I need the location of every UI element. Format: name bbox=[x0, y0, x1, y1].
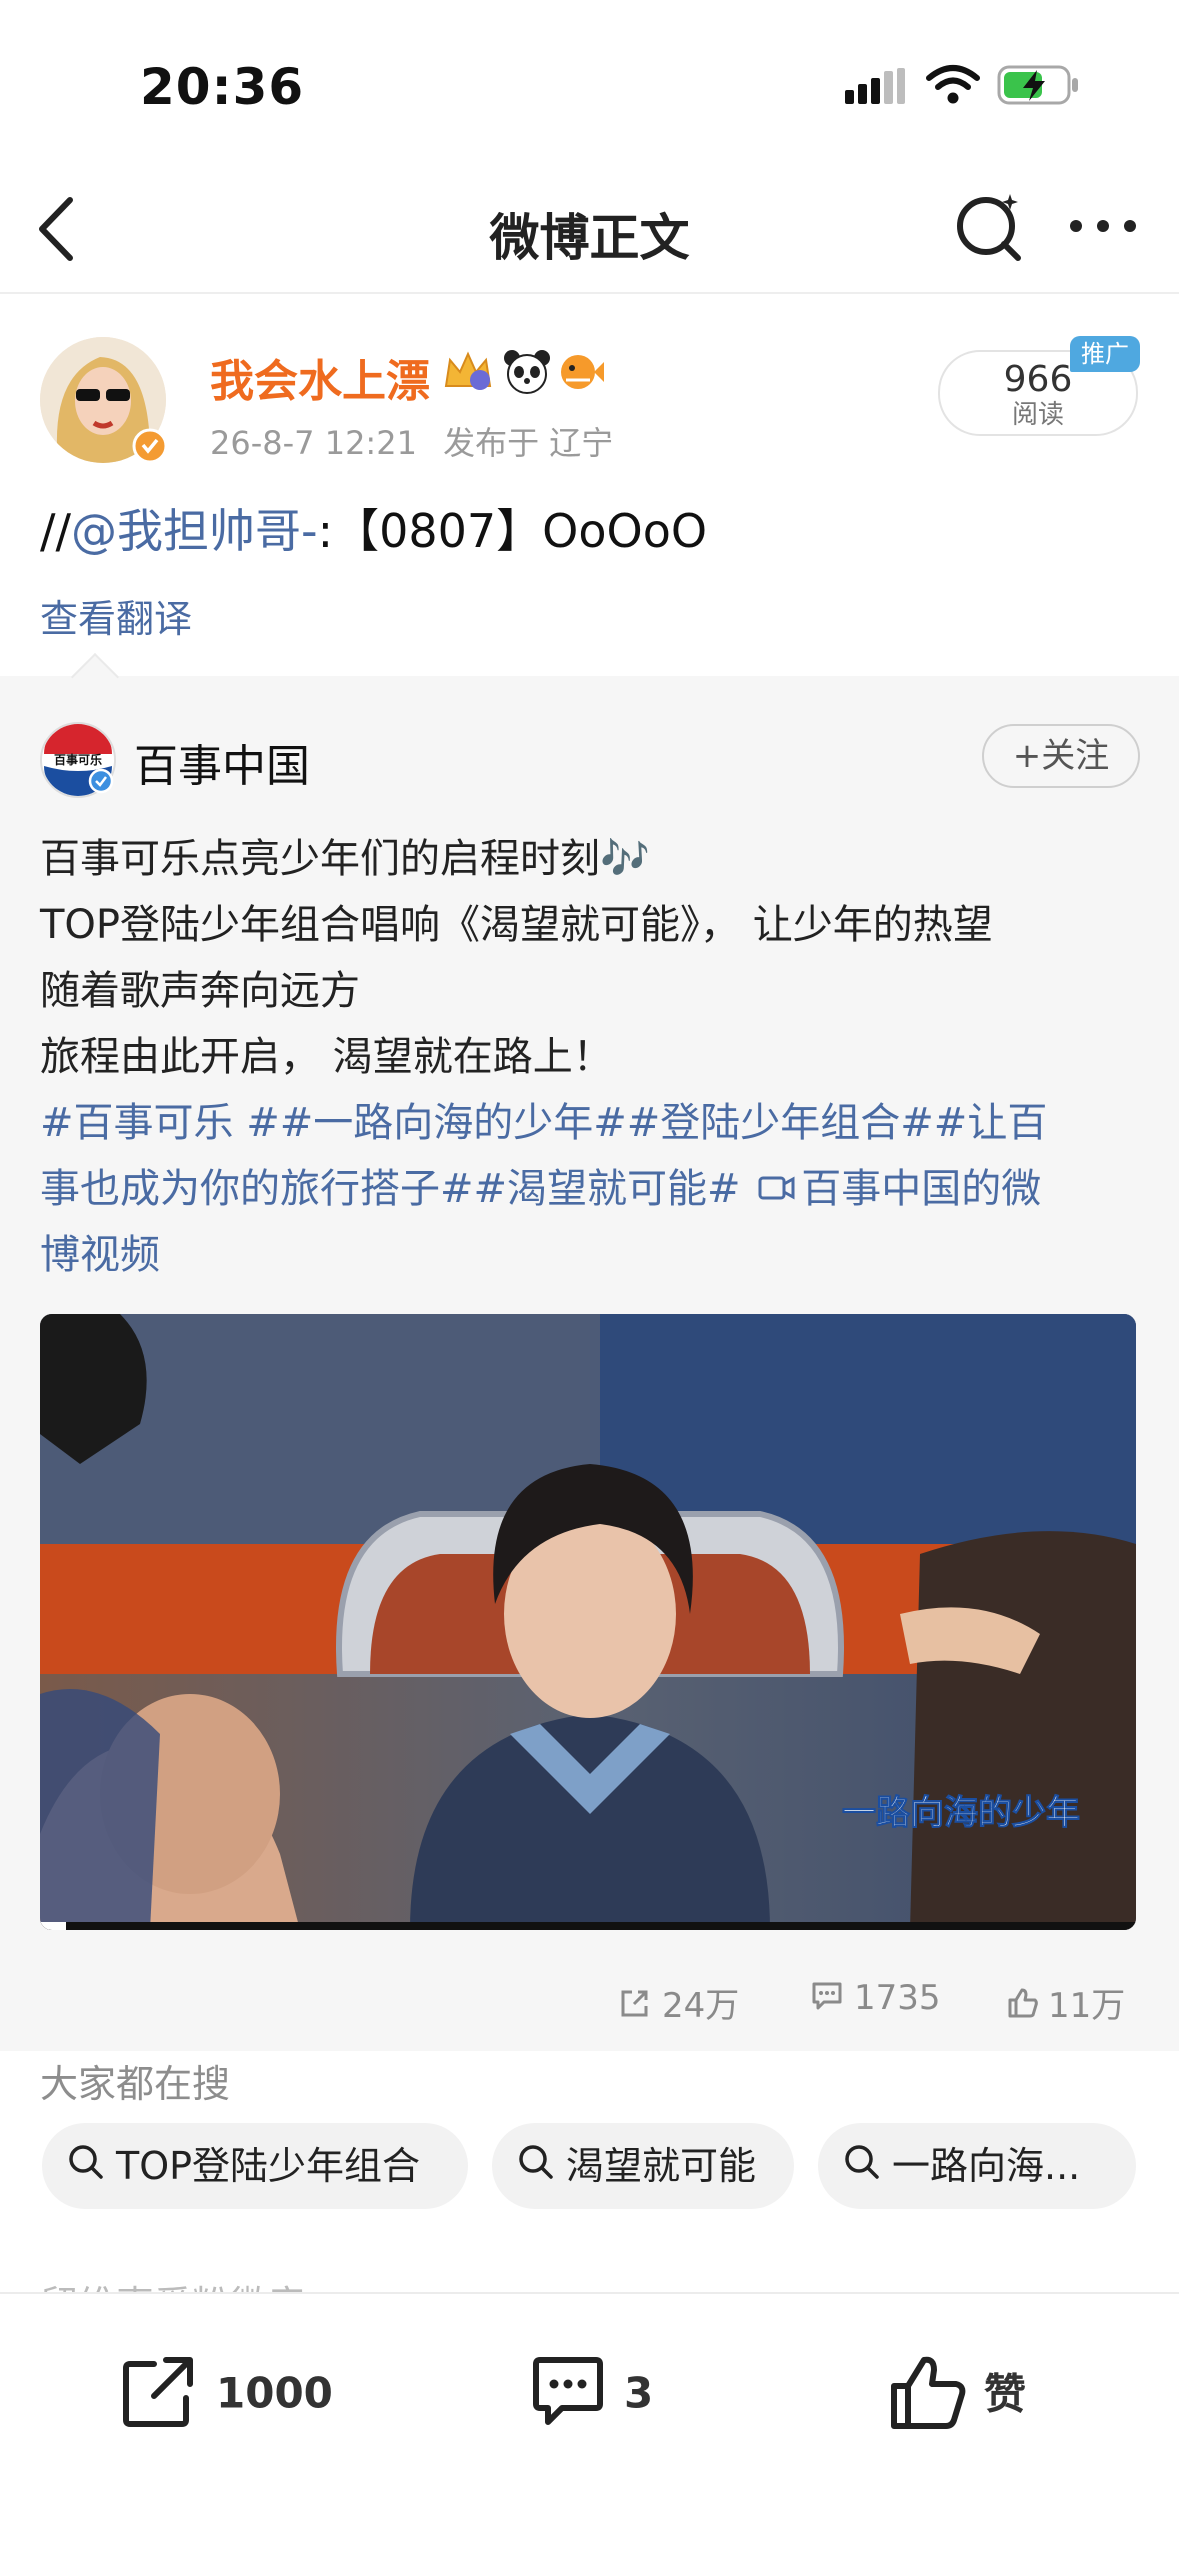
video-thumbnail[interactable]: 一路向海的少年 bbox=[40, 1314, 1136, 1930]
share-icon bbox=[618, 1986, 652, 2029]
search-chip-1[interactable]: TOP登陆少年组合 bbox=[42, 2123, 468, 2209]
more-icon[interactable] bbox=[1068, 218, 1138, 238]
comment-bubble-icon bbox=[528, 2352, 608, 2440]
repost-stat[interactable]: 24万 bbox=[618, 1978, 739, 2029]
post-text: //@我担帅哥-:【0807】OoOoO bbox=[40, 495, 707, 561]
post-meta: 26-8-7 12:21 发布于 辽宁 bbox=[210, 418, 613, 464]
signal-icon bbox=[845, 68, 907, 110]
hashtag-line-1[interactable]: #百事可乐 ##一路向海的少年##登陆少年组合##让百 bbox=[40, 1090, 1047, 1148]
repost-button-count: 1000 bbox=[216, 2368, 333, 2418]
pufferfish-icon bbox=[556, 350, 606, 398]
search-icon bbox=[66, 2126, 106, 2212]
timestamp: 26-8-7 12:21 bbox=[210, 424, 417, 462]
pepsi-logo-text: 百事可乐 bbox=[54, 752, 102, 767]
thumbs-up-icon bbox=[1006, 1986, 1040, 2029]
search-chip-3[interactable]: 一路向海... bbox=[818, 2123, 1136, 2209]
hashtag-line-2[interactable]: 事也成为你的旅行搭子##渴望就可能# 百事中国的微 bbox=[40, 1156, 1041, 1214]
crown-badge-icon bbox=[440, 346, 496, 400]
search-icon bbox=[842, 2126, 882, 2212]
video-link-icon bbox=[757, 1168, 797, 1214]
follow-button[interactable]: +关注 bbox=[982, 724, 1140, 788]
video-watermark: 一路向海的少年 bbox=[842, 1793, 1080, 1833]
repost-line-4: 旅程由此开启， 渴望就在路上！ bbox=[40, 1034, 613, 1080]
wifi-icon bbox=[925, 64, 981, 110]
hashtags[interactable]: 事也成为你的旅行搭子##渴望就可能# bbox=[40, 1166, 741, 1212]
search-chip-label: 渴望就可能 bbox=[566, 2144, 757, 2188]
text-prefix: // bbox=[40, 504, 71, 558]
promo-badge: 推广 bbox=[1070, 336, 1140, 372]
comment-stat[interactable]: 1735 bbox=[810, 1978, 941, 2021]
trending-search-title: 大家都在搜 bbox=[40, 2062, 231, 2106]
repost-line-2: TOP登陆少年组合唱响《渴望就可能》， 让少年的热望 bbox=[40, 902, 993, 948]
mention-link[interactable]: @我担帅哥- bbox=[71, 504, 318, 558]
comment-icon bbox=[810, 1978, 844, 2021]
blue-verified-icon bbox=[88, 768, 114, 798]
like-button[interactable]: 赞 bbox=[888, 2352, 1026, 2442]
repost-author[interactable]: 百事中国 bbox=[134, 730, 310, 794]
translate-link[interactable]: 查看翻译 bbox=[40, 588, 192, 643]
like-icon bbox=[888, 2352, 968, 2442]
comment-button[interactable]: 3 bbox=[528, 2352, 653, 2440]
read-label: 阅读 bbox=[1011, 400, 1064, 430]
repost-count: 24万 bbox=[662, 1986, 740, 2026]
battery-icon bbox=[997, 64, 1081, 110]
repost-line-1: 百事可乐点亮少年们的启程时刻🎶 bbox=[40, 836, 650, 882]
like-count: 11万 bbox=[1048, 1986, 1126, 2026]
search-icon bbox=[516, 2126, 556, 2212]
search-chip-label: 一路向海... bbox=[892, 2144, 1081, 2188]
author-name[interactable]: 我会水上漂 bbox=[210, 345, 430, 409]
repost-line-3: 随着歌声奔向远方 bbox=[40, 968, 360, 1014]
location: 发布于 辽宁 bbox=[443, 424, 614, 462]
repost-button[interactable]: 1000 bbox=[120, 2352, 333, 2440]
status-time: 20:36 bbox=[140, 58, 305, 116]
nav-divider bbox=[0, 292, 1179, 294]
video-link[interactable]: 百事中国的微 bbox=[801, 1166, 1041, 1212]
text-suffix: :【0807】OoOoO bbox=[317, 504, 708, 558]
panda-icon bbox=[502, 348, 552, 398]
refresh-search-icon[interactable] bbox=[954, 188, 1026, 268]
search-chip-label: TOP登陆少年组合 bbox=[116, 2144, 421, 2188]
search-chip-2[interactable]: 渴望就可能 bbox=[492, 2123, 794, 2209]
verified-badge-icon bbox=[132, 428, 168, 468]
like-button-label: 赞 bbox=[984, 2369, 1027, 2419]
comment-button-count: 3 bbox=[624, 2368, 654, 2418]
repost-icon bbox=[120, 2352, 200, 2440]
video-link-line-3[interactable]: 博视频 bbox=[40, 1222, 160, 1280]
like-stat[interactable]: 11万 bbox=[1006, 1978, 1125, 2029]
comment-count: 1735 bbox=[854, 1978, 941, 2018]
